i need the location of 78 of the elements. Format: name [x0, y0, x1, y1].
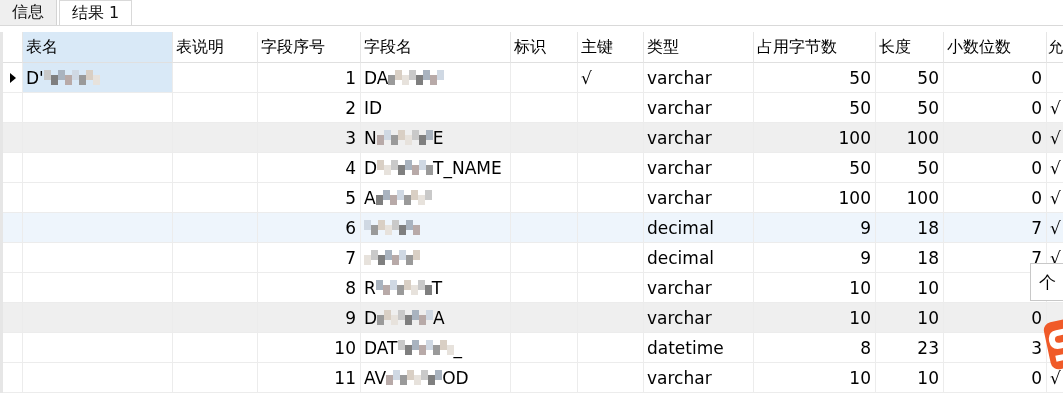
table-cell: 50: [754, 153, 876, 183]
table-cell: √: [1047, 123, 1063, 153]
field-text: ID: [364, 97, 383, 118]
table-cell: 3: [258, 123, 361, 153]
column-header[interactable]: 主键: [578, 32, 644, 63]
table-cell: 0: [944, 363, 1047, 393]
column-header[interactable]: 长度: [876, 32, 944, 63]
table-cell: 100: [754, 123, 876, 153]
table-row[interactable]: 6 decimal 9 18 7 √: [3, 213, 1063, 243]
column-header[interactable]: 允: [1047, 32, 1063, 63]
field-text: OD: [442, 367, 469, 388]
field-text: D: [364, 307, 378, 328]
table-cell: 9: [754, 213, 876, 243]
table-cell: 0: [944, 123, 1047, 153]
table-cell: 9: [258, 303, 361, 333]
field-text: A: [433, 307, 445, 328]
table-cell: varchar: [644, 63, 754, 93]
table-cell: 23: [876, 333, 944, 363]
field-text: N: [364, 127, 377, 148]
table-cell: decimal: [644, 243, 754, 273]
row-pointer-icon: [9, 72, 16, 83]
table-cell: 50: [876, 63, 944, 93]
table-cell: 9: [754, 243, 876, 273]
table-row[interactable]: D' 1 DA √ varchar 50 50 0: [3, 63, 1063, 93]
table-cell: 50: [754, 63, 876, 93]
table-cell: √: [578, 63, 644, 93]
column-header[interactable]: 字段名: [361, 32, 511, 63]
column-header[interactable]: 小数位数: [944, 32, 1047, 63]
tab[interactable]: 结果 1: [59, 0, 133, 25]
table-cell: 18: [876, 213, 944, 243]
table-cell: 0: [944, 63, 1047, 93]
table-cell: 7: [258, 243, 361, 273]
field-text: DAT: [364, 337, 398, 358]
field-text: AV: [364, 367, 387, 388]
table-cell: 100: [876, 123, 944, 153]
field-text: D': [26, 67, 44, 88]
table-cell: √: [1047, 153, 1063, 183]
field-text: T: [431, 277, 443, 298]
table-row[interactable]: 9 D A varchar 10 10 0: [3, 303, 1063, 333]
table-cell: 18: [876, 243, 944, 273]
table-cell: 50: [876, 153, 944, 183]
field-text: E: [432, 127, 444, 148]
column-header[interactable]: 标识: [511, 32, 578, 63]
table-cell: 0: [944, 153, 1047, 183]
field-text: T_NAME: [433, 157, 502, 178]
table-cell: 10: [876, 363, 944, 393]
field-text: A: [364, 187, 376, 208]
table-cell: varchar: [644, 363, 754, 393]
table-cell: 10: [754, 363, 876, 393]
table-cell: 4: [258, 153, 361, 183]
column-header[interactable]: 字段序号: [258, 32, 361, 63]
field-text: _: [453, 337, 462, 358]
table-row[interactable]: 11 AV OD varchar 10 10 0 √: [3, 363, 1063, 393]
table-cell: 10: [754, 303, 876, 333]
table-cell: 8: [754, 333, 876, 363]
table-row[interactable]: 3 N E varchar 100 100 0 √: [3, 123, 1063, 153]
column-header[interactable]: 类型: [644, 32, 754, 63]
table-cell: datetime: [644, 333, 754, 363]
field-text: D: [364, 157, 378, 178]
table-cell: 6: [258, 213, 361, 243]
table-cell: 11: [258, 363, 361, 393]
table-cell: decimal: [644, 213, 754, 243]
table-cell: 10: [876, 303, 944, 333]
table-row[interactable]: 4 D T_NAME varchar 50 50 0 √: [3, 153, 1063, 183]
column-header[interactable]: 表说明: [173, 32, 258, 63]
table-cell: 10: [258, 333, 361, 363]
table-cell: 1: [258, 63, 361, 93]
table-cell: varchar: [644, 123, 754, 153]
table-cell: varchar: [644, 303, 754, 333]
table-cell: √: [1047, 213, 1063, 243]
field-text: R: [364, 277, 376, 298]
field-text: DA: [364, 67, 389, 88]
column-header[interactable]: 占用字节数: [754, 32, 876, 63]
tooltip: 个: [1030, 263, 1063, 301]
column-header[interactable]: 表名: [23, 32, 173, 63]
table-cell: 7: [944, 213, 1047, 243]
table-cell: varchar: [644, 153, 754, 183]
tab[interactable]: 信息: [0, 0, 57, 25]
